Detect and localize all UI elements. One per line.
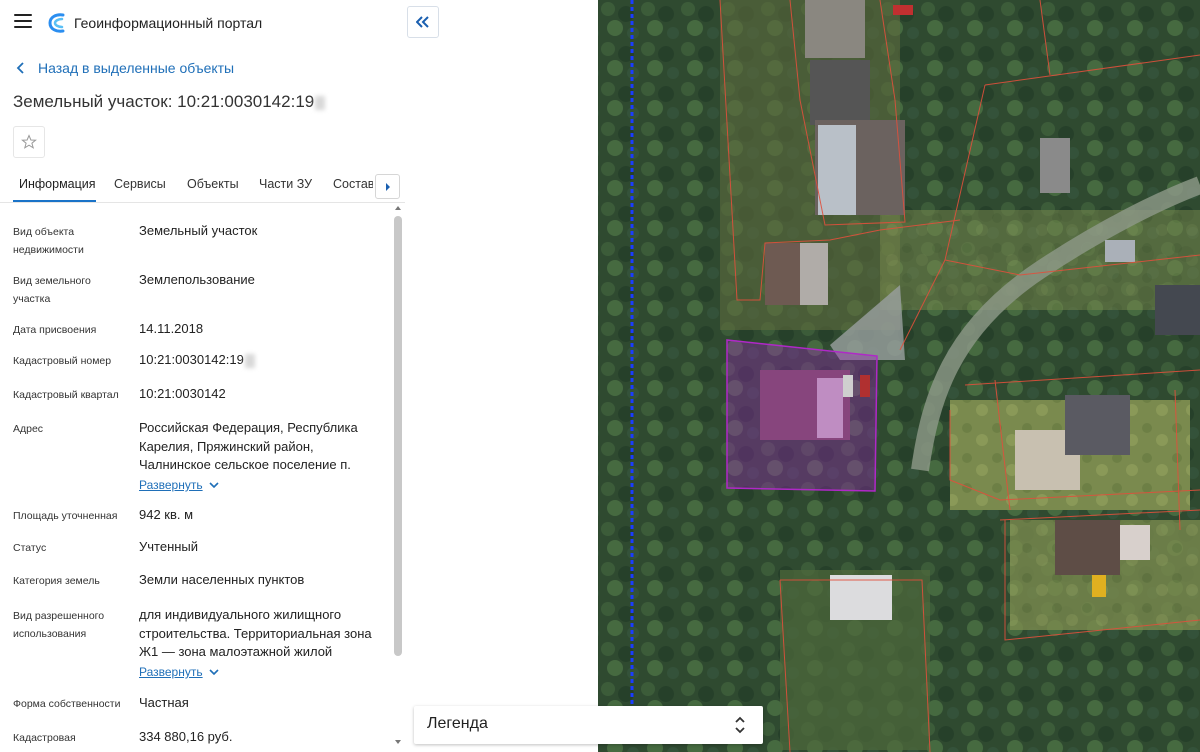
legend-label: Легенда <box>427 715 488 732</box>
properties-list: Вид объекта недвижимости Земельный участ… <box>0 204 392 752</box>
tab-parts[interactable]: Части ЗУ <box>259 177 312 191</box>
prop-value-cadastral-number: 10:21:0030142:19 <box>139 351 384 370</box>
back-link-label: Назад в выделенные объекты <box>38 60 235 76</box>
prop-value: Учтенный <box>139 539 199 554</box>
redacted-mask <box>244 353 255 368</box>
favorite-button[interactable] <box>13 126 45 158</box>
prop-value-address: Российская Федерация, Республика Карелия… <box>139 420 358 472</box>
properties-scrollbar[interactable] <box>393 204 403 752</box>
prop-label: Дата присвоения <box>13 324 97 336</box>
prop-label: Вид объекта недвижимости <box>13 226 84 256</box>
scroll-thumb[interactable] <box>394 216 402 656</box>
legend-dropdown[interactable]: Легенда <box>414 706 763 744</box>
panel-gap <box>405 0 598 752</box>
sort-updown-icon <box>735 716 745 734</box>
app-title: Геоинформационный портал <box>74 15 263 31</box>
selected-parcel[interactable] <box>726 339 878 492</box>
prop-label: Адрес <box>13 423 44 435</box>
collapse-panel-button[interactable] <box>407 6 439 38</box>
expand-label: Развернуть <box>139 478 203 492</box>
prop-label: Вид земельного участка <box>13 275 91 305</box>
prop-label: Форма собственности <box>13 698 121 710</box>
prop-label: Категория земель <box>13 575 100 587</box>
hamburger-icon[interactable] <box>14 14 32 30</box>
tab-objects[interactable]: Объекты <box>187 177 239 191</box>
star-icon <box>21 134 37 149</box>
prop-value: Земельный участок <box>139 223 258 238</box>
redacted-mask <box>315 95 326 110</box>
expand-permitted-use-link[interactable]: Развернуть <box>139 665 219 679</box>
app-root: Геоинформационный портал Назад в выделен… <box>0 0 1200 752</box>
prop-value: 10:21:0030142 <box>139 386 226 401</box>
prop-value-permitted-use: для индивидуального жилищного строительс… <box>139 607 372 659</box>
object-title: Земельный участок: 10:21:0030142:19 <box>13 92 326 112</box>
back-to-selection-link[interactable]: Назад в выделенные объекты <box>16 60 234 76</box>
chevron-down-icon <box>209 669 219 675</box>
prop-label: Статус <box>13 542 47 554</box>
caret-right-icon <box>385 182 390 191</box>
portal-logo-icon <box>48 13 65 33</box>
chevron-left-icon <box>16 62 24 74</box>
scroll-down-arrow-icon[interactable] <box>395 740 401 744</box>
info-panel: Геоинформационный портал Назад в выделен… <box>0 0 405 752</box>
prop-value: Земли населенных пунктов <box>139 572 305 587</box>
panel-header: Геоинформационный портал <box>0 0 405 46</box>
tab-composition[interactable]: Состав <box>333 177 373 191</box>
prop-value: 334 880,16 руб. <box>139 729 233 744</box>
tab-services[interactable]: Сервисы <box>114 177 166 191</box>
prop-label: Площадь уточненная <box>13 510 118 522</box>
expand-label: Развернуть <box>139 665 203 679</box>
tabs-bar: Информация Сервисы Объекты Части ЗУ Сост… <box>0 168 405 203</box>
prop-value: Землепользование <box>139 272 255 287</box>
active-tab-indicator <box>13 200 96 202</box>
cadastral-number-text: 10:21:0030142:19 <box>139 352 244 367</box>
prop-label: Вид разрешенного использования <box>13 610 105 640</box>
chevron-down-icon <box>209 482 219 488</box>
prop-label: Кадастровый номер <box>13 355 112 367</box>
scroll-up-arrow-icon[interactable] <box>395 206 401 210</box>
tabs-scroll-right-button[interactable] <box>375 174 400 199</box>
prop-label: Кадастровая <box>13 732 76 744</box>
double-chevron-left-icon <box>416 16 429 28</box>
prop-value: 14.11.2018 <box>139 321 204 336</box>
expand-address-link[interactable]: Развернуть <box>139 478 219 492</box>
prop-label: Кадастровый квартал <box>13 389 119 401</box>
prop-value: 942 кв. м <box>139 507 194 522</box>
object-title-text: Земельный участок: 10:21:0030142:19 <box>13 92 315 111</box>
tab-information[interactable]: Информация <box>19 177 96 191</box>
prop-value: Частная <box>139 695 189 710</box>
